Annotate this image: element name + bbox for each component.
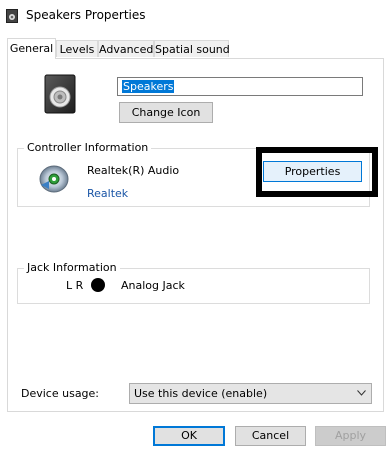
tab-general[interactable]: General	[7, 38, 56, 59]
window-title: Speakers Properties	[26, 8, 146, 22]
device-usage-label: Device usage:	[21, 387, 100, 400]
tab-levels[interactable]: Levels	[56, 40, 98, 57]
tab-advanced[interactable]: Advanced	[98, 40, 154, 57]
title-bar[interactable]: Speakers Properties	[0, 0, 391, 32]
jack-color-icon	[91, 278, 105, 292]
speaker-device-icon	[44, 74, 76, 114]
device-usage-value: Use this device (enable)	[134, 387, 268, 400]
controller-vendor-link[interactable]: Realtek	[87, 187, 128, 200]
jack-channels: L R	[66, 279, 84, 292]
chevron-down-icon	[357, 390, 366, 396]
ok-button[interactable]: OK	[153, 426, 225, 446]
change-icon-button[interactable]: Change Icon	[119, 102, 213, 123]
jack-type: Analog Jack	[121, 279, 185, 292]
properties-button[interactable]: Properties	[263, 161, 362, 182]
device-name-value: Speakers	[122, 80, 175, 93]
device-name-input[interactable]: Speakers	[117, 77, 363, 96]
cancel-button[interactable]: Cancel	[235, 426, 306, 446]
jack-information-label: Jack Information	[24, 261, 120, 274]
audio-controller-icon	[39, 165, 69, 193]
controller-name: Realtek(R) Audio	[87, 164, 180, 177]
speaker-icon	[6, 9, 18, 23]
apply-button[interactable]: Apply	[315, 426, 386, 446]
controller-information-label: Controller Information	[24, 141, 152, 154]
tab-spatial-sound[interactable]: Spatial sound	[154, 40, 230, 57]
device-usage-select[interactable]: Use this device (enable)	[129, 383, 372, 404]
